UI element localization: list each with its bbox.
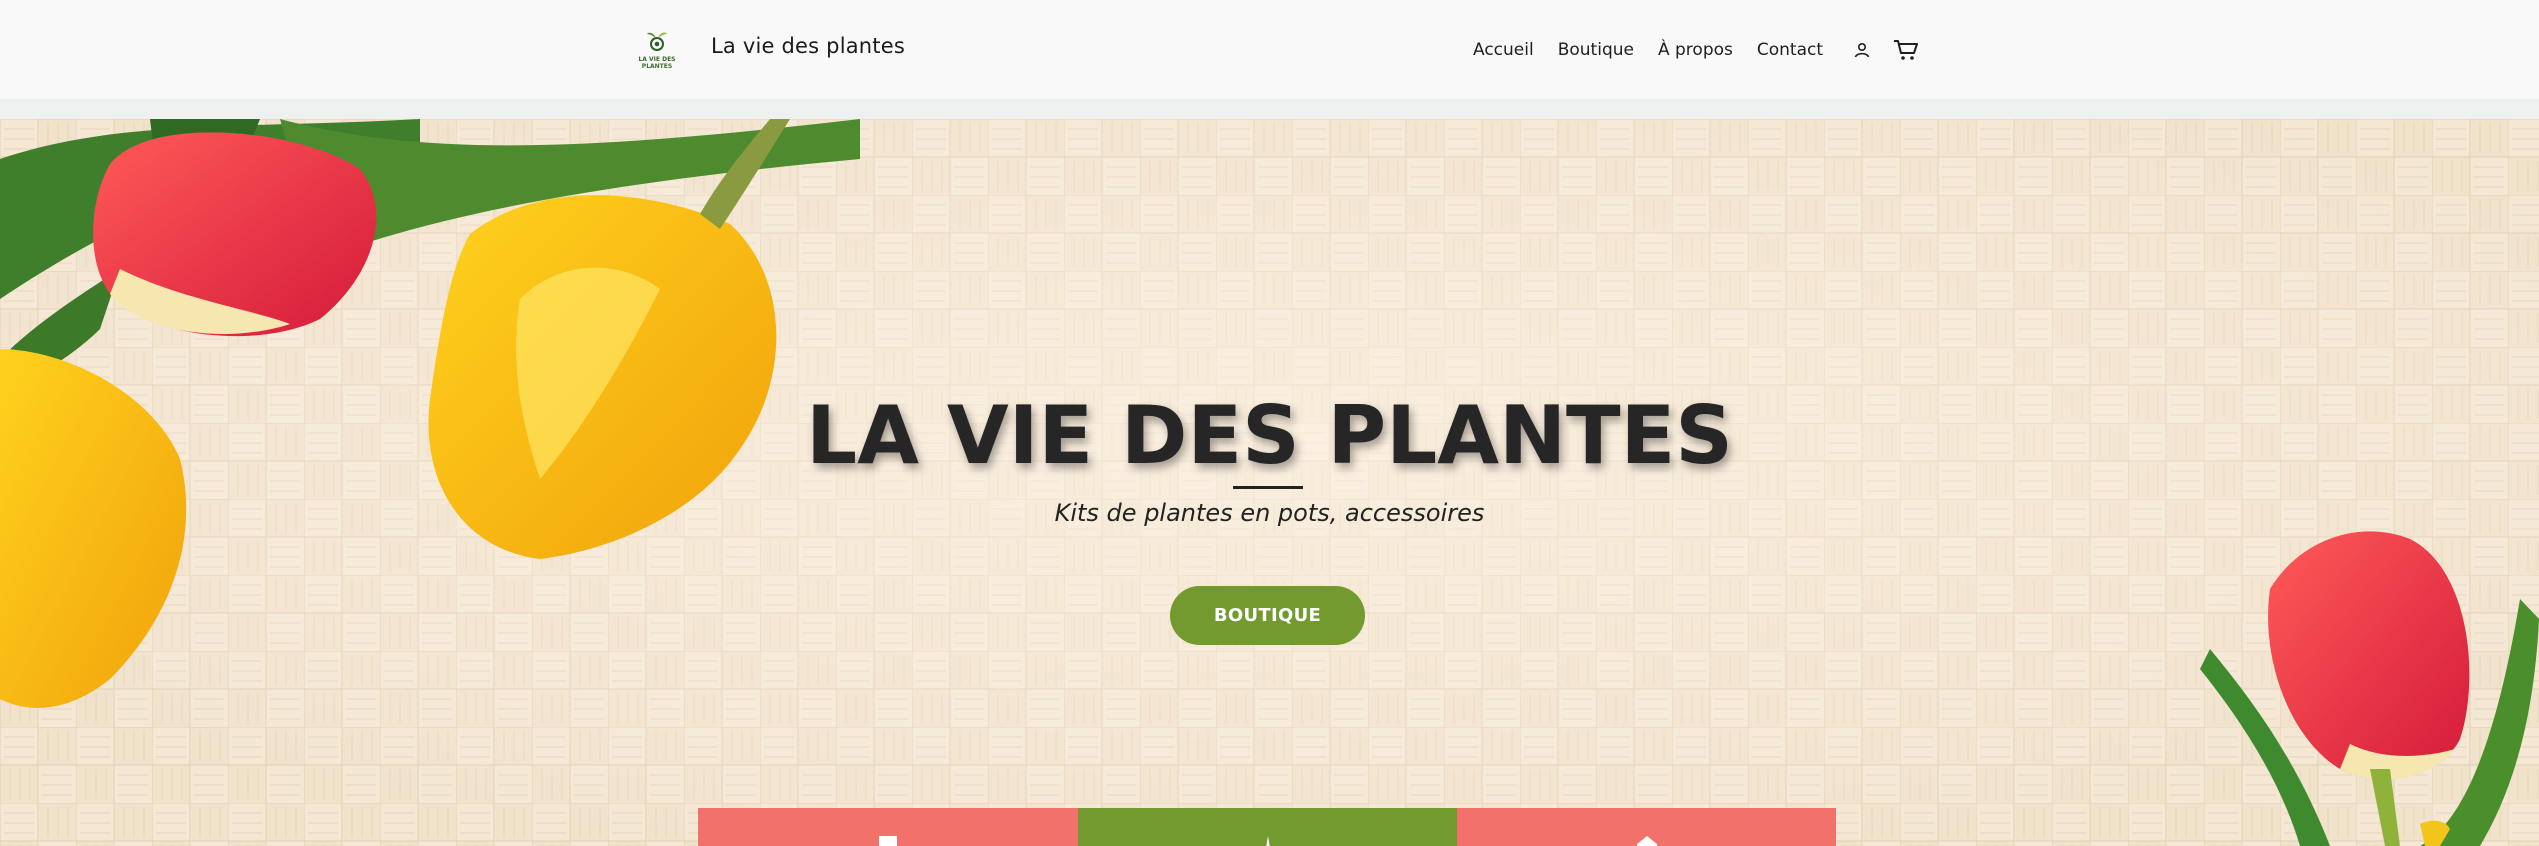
nav-item-accueil[interactable]: Accueil: [1473, 40, 1534, 60]
account-icon: [1854, 42, 1870, 58]
cart-icon: [1894, 40, 1919, 60]
site-logo[interactable]: LA VIE DES PLANTES: [636, 29, 678, 73]
hero-title: LA VIE DES PLANTES: [806, 389, 1733, 482]
feature-box-1[interactable]: [698, 808, 1078, 846]
account-button[interactable]: [1853, 41, 1893, 59]
hero-section: LA VIE DES PLANTES Kits de plantes en po…: [0, 119, 2539, 846]
site-header: LA VIE DES PLANTES La vie des plantes Ac…: [0, 0, 2539, 99]
feature-icon-1: [879, 836, 897, 846]
cart-button[interactable]: [1893, 38, 1919, 62]
feature-box-2[interactable]: [1078, 808, 1457, 846]
hero-divider: [1233, 486, 1303, 489]
feature-box-3[interactable]: [1457, 808, 1836, 846]
feature-icon-2: [1265, 836, 1270, 846]
nav-item-contact[interactable]: Contact: [1757, 40, 1823, 60]
boutique-button[interactable]: BOUTIQUE: [1170, 586, 1365, 645]
main-nav: Accueil Boutique À propos Contact: [1473, 38, 1919, 62]
feature-icon-3: [1636, 836, 1657, 846]
nav-item-boutique[interactable]: Boutique: [1558, 40, 1634, 60]
nav-item-a-propos[interactable]: À propos: [1658, 40, 1733, 60]
tulips-background-image: [0, 119, 2539, 846]
header-divider: [0, 99, 2539, 119]
logo-text: LA VIE DES PLANTES: [638, 56, 676, 70]
site-title[interactable]: La vie des plantes: [711, 34, 905, 58]
hero-subtitle: Kits de plantes en pots, accessoires: [1054, 499, 1485, 527]
plant-logo-icon: [647, 32, 667, 51]
feature-row: [698, 808, 1836, 846]
